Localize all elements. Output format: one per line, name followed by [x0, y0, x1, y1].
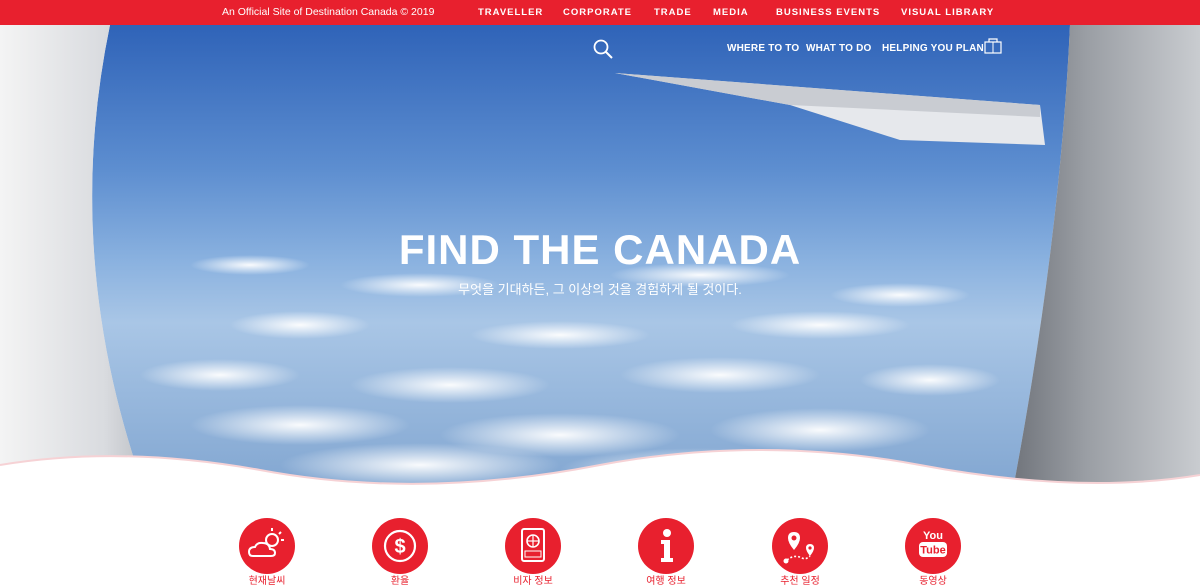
- currency-icon: $: [383, 529, 417, 563]
- topnav-visual-library[interactable]: VISUAL LIBRARY: [901, 7, 994, 18]
- map-icon[interactable]: [984, 38, 1002, 54]
- passport-icon: [521, 528, 545, 562]
- service-currency-label: 환율: [390, 576, 410, 587]
- info-icon: [661, 529, 673, 562]
- nav-what-to-do[interactable]: WHAT TO DO: [806, 43, 872, 54]
- top-bar: An Official Site of Destination Canada ©…: [0, 0, 1200, 25]
- topnav-media[interactable]: MEDIA: [713, 7, 749, 18]
- copyright-text: An Official Site of Destination Canada ©…: [222, 6, 435, 18]
- topnav-business-events[interactable]: BUSINESS EVENTS: [776, 7, 880, 18]
- service-video[interactable]: You Tube 동영상: [878, 518, 988, 587]
- youtube-icon: You Tube: [919, 530, 947, 557]
- service-currency[interactable]: $ 환율: [345, 518, 455, 587]
- service-itinerary[interactable]: 추천 일정: [745, 518, 855, 587]
- svg-text:You: You: [923, 530, 943, 542]
- hero-subtitle: 무엇을 기대하든, 그 이상의 것을 경험하게 될 것이다.: [458, 282, 742, 297]
- weather-icon: [247, 528, 284, 557]
- nav-helping-you-plan[interactable]: HELPING YOU PLAN: [882, 43, 984, 54]
- svg-text:$: $: [394, 536, 405, 558]
- service-visa-label: 비자 정보: [513, 576, 553, 587]
- topnav-traveller[interactable]: TRAVELLER: [478, 7, 543, 18]
- topnav-trade[interactable]: TRADE: [654, 7, 692, 18]
- svg-text:Tube: Tube: [920, 545, 945, 557]
- nav-where-to-go[interactable]: WHERE TO TO: [727, 43, 799, 54]
- search-icon[interactable]: [592, 38, 614, 60]
- service-travel-info[interactable]: 여행 정보: [611, 518, 721, 587]
- topnav-corporate[interactable]: CORPORATE: [563, 7, 632, 18]
- service-travel-info-label: 여행 정보: [646, 576, 686, 587]
- service-itinerary-label: 추천 일정: [780, 576, 820, 587]
- service-weather-label: 현재날씨: [248, 576, 286, 587]
- route-icon: [783, 532, 814, 564]
- hero-title: FIND THE CANADA: [398, 226, 802, 273]
- service-weather[interactable]: 현재날씨: [212, 518, 322, 587]
- service-visa[interactable]: 비자 정보: [478, 518, 588, 587]
- service-video-label: 동영상: [919, 576, 947, 587]
